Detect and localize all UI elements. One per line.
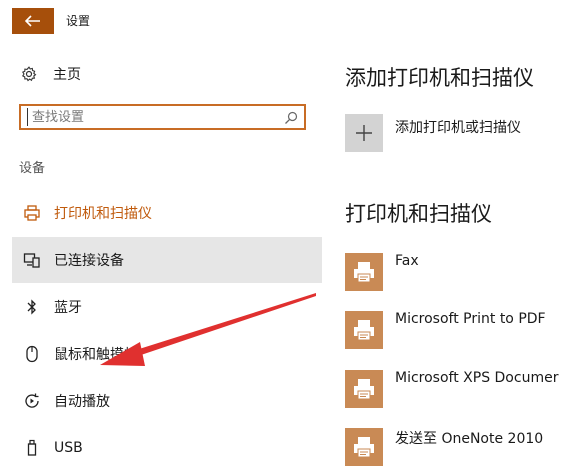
- printer-icon: [345, 253, 383, 291]
- search-input[interactable]: [27, 108, 282, 126]
- printer-name: Microsoft XPS Documer: [395, 370, 559, 386]
- sidebar-item-label: 已连接设备: [54, 253, 124, 269]
- back-button[interactable]: [12, 8, 54, 34]
- search-box[interactable]: [19, 104, 306, 130]
- printer-icon: [345, 370, 383, 408]
- printer-item-print-to-pdf[interactable]: Microsoft Print to PDF: [345, 311, 563, 351]
- back-arrow-icon: [25, 15, 40, 27]
- printer-name: 发送至 OneNote 2010: [395, 431, 544, 447]
- sidebar-item-label: USB: [54, 440, 83, 456]
- usb-icon: [22, 438, 42, 458]
- sidebar-item-label: 鼠标和触摸板: [54, 347, 138, 363]
- printer-icon: [345, 311, 383, 349]
- search-icon[interactable]: [284, 110, 298, 124]
- add-printer-label[interactable]: 添加打印机或扫描仪: [395, 117, 521, 137]
- printer-item-xps[interactable]: Microsoft XPS Documer: [345, 370, 563, 410]
- window-title: 设置: [66, 14, 91, 28]
- sidebar-item-bluetooth[interactable]: 蓝牙: [12, 284, 322, 330]
- printers-section-heading: 打印机和扫描仪: [345, 202, 492, 226]
- add-section-heading: 添加打印机和扫描仪: [345, 66, 534, 90]
- printer-item-fax[interactable]: Fax: [345, 253, 563, 293]
- section-label: 设备: [19, 161, 46, 176]
- sidebar-item-usb[interactable]: USB: [12, 425, 322, 471]
- printer-icon: [22, 203, 42, 223]
- mouse-icon: [22, 344, 42, 364]
- sidebar-item-label: 打印机和扫描仪: [54, 206, 152, 222]
- sidebar-item-mouse-touchpad[interactable]: 鼠标和触摸板: [12, 331, 322, 377]
- printer-name: Microsoft Print to PDF: [395, 311, 546, 327]
- printer-icon: [345, 428, 383, 466]
- sidebar-home[interactable]: 主页: [19, 62, 81, 86]
- printer-item-onenote[interactable]: 发送至 OneNote 2010: [345, 428, 563, 468]
- sidebar-item-printers-scanners[interactable]: 打印机和扫描仪: [12, 190, 322, 236]
- printer-name: Fax: [395, 253, 419, 269]
- sidebar-item-label: 自动播放: [54, 394, 110, 410]
- home-label: 主页: [53, 67, 81, 83]
- sidebar-item-connected-devices[interactable]: 已连接设备: [12, 237, 322, 283]
- autoplay-icon: [22, 391, 42, 411]
- bluetooth-icon: [22, 297, 42, 317]
- sidebar-item-autoplay[interactable]: 自动播放: [12, 378, 322, 424]
- connected-devices-icon: [22, 250, 42, 270]
- gear-icon: [19, 64, 39, 84]
- add-printer-button[interactable]: [345, 114, 383, 152]
- title-bar: 设置: [0, 0, 563, 34]
- sidebar-item-label: 蓝牙: [54, 300, 82, 316]
- plus-icon: [356, 125, 372, 141]
